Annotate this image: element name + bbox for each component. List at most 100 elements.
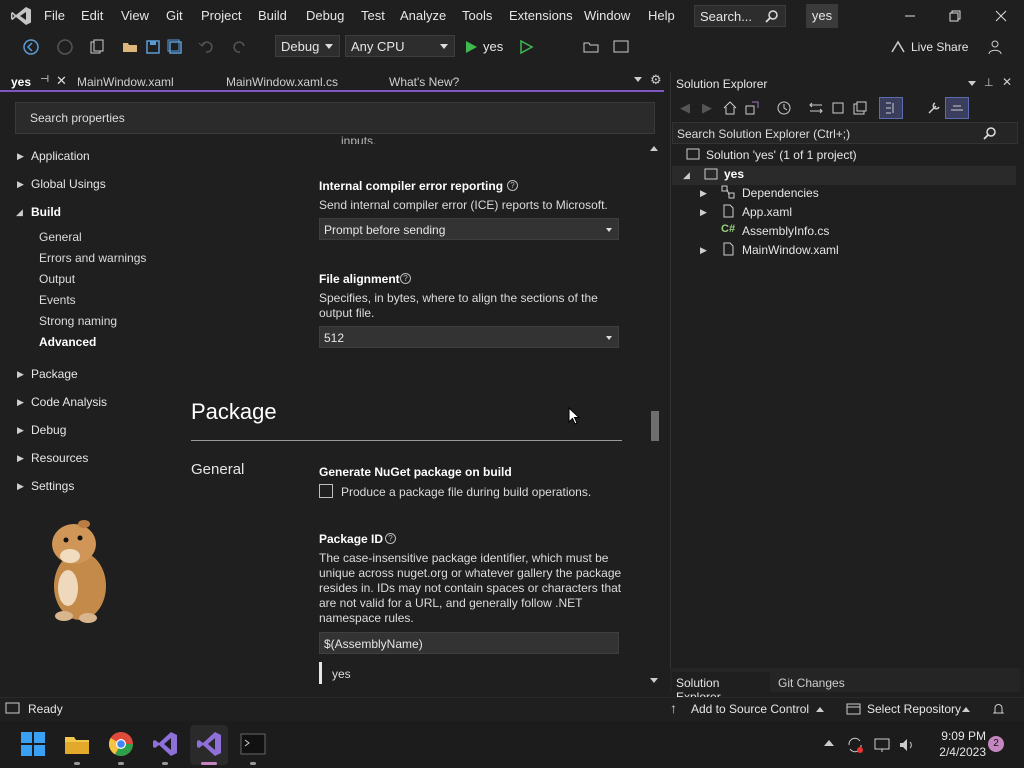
terminal-icon[interactable]: [240, 731, 266, 757]
run-target-label[interactable]: yes: [483, 39, 503, 54]
expand-app-xaml-icon[interactable]: ▶: [700, 207, 707, 218]
ice-help-icon[interactable]: ?: [507, 180, 518, 191]
solution-name-badge[interactable]: yes: [806, 4, 838, 28]
nav-code-analysis[interactable]: Code Analysis: [31, 395, 107, 409]
project-node[interactable]: yes: [724, 167, 744, 181]
tab-git-changes[interactable]: Git Changes: [776, 672, 866, 694]
menu-git[interactable]: Git: [166, 8, 183, 23]
menu-analyze[interactable]: Analyze: [400, 8, 446, 23]
close-panel-icon[interactable]: ✕: [1002, 75, 1012, 89]
pin-panel-icon[interactable]: ⊥: [984, 76, 994, 89]
sync-active-document-icon[interactable]: [808, 100, 824, 116]
expand-application-icon[interactable]: ▶: [17, 151, 24, 162]
nav-resources[interactable]: Resources: [31, 451, 88, 465]
system-clock[interactable]: 9:09 PM 2/4/2023: [930, 728, 986, 760]
collapse-project-icon[interactable]: ◢: [683, 170, 690, 181]
select-repository-button[interactable]: Select Repository: [867, 702, 961, 716]
redo-icon[interactable]: [231, 38, 249, 56]
start-without-debugging-icon[interactable]: [517, 38, 535, 56]
nav-build-errors-warnings[interactable]: Errors and warnings: [39, 251, 146, 265]
undo-icon[interactable]: [197, 38, 215, 56]
tree-item-dependencies[interactable]: Dependencies: [742, 186, 819, 200]
scroll-up-icon[interactable]: [650, 146, 658, 151]
tree-item-assemblyinfo-cs[interactable]: AssemblyInfo.cs: [742, 224, 829, 238]
pending-changes-icon[interactable]: [776, 100, 792, 116]
file-alignment-dropdown[interactable]: 512: [319, 326, 619, 348]
package-id-help-icon[interactable]: ?: [385, 533, 396, 544]
menu-file[interactable]: File: [44, 8, 65, 23]
expand-resources-icon[interactable]: ▶: [17, 453, 24, 464]
live-share-icon[interactable]: [889, 38, 907, 56]
scroll-down-icon[interactable]: [650, 678, 658, 683]
select-repository-caret-icon[interactable]: [962, 707, 970, 712]
expand-debug-icon[interactable]: ▶: [17, 425, 24, 436]
visual-studio-taskbar-icon[interactable]: [152, 731, 178, 757]
tab-mainwindow-xaml-cs[interactable]: MainWindow.xaml.cs: [226, 72, 381, 92]
pin-icon[interactable]: ⊣: [40, 74, 49, 85]
properties-wrench-icon[interactable]: [926, 100, 942, 116]
save-all-icon[interactable]: [166, 38, 184, 56]
windows-start-icon[interactable]: [20, 731, 46, 757]
feedback-icon[interactable]: [986, 38, 1004, 56]
open-folder-icon[interactable]: [121, 38, 139, 56]
source-control-caret-icon[interactable]: [816, 707, 824, 712]
tab-settings-gear-icon[interactable]: ⚙: [650, 72, 662, 88]
tree-item-app-xaml[interactable]: App.xaml: [742, 205, 792, 219]
menu-build[interactable]: Build: [258, 8, 287, 23]
solution-explorer-search-input[interactable]: Search Solution Explorer (Ctrl+;): [672, 122, 1018, 144]
notifications-bell-icon[interactable]: [991, 701, 1006, 716]
menu-window[interactable]: Window: [584, 8, 630, 23]
nav-build-output[interactable]: Output: [39, 272, 75, 286]
menu-tools[interactable]: Tools: [462, 8, 492, 23]
expand-settings-icon[interactable]: ▶: [17, 481, 24, 492]
visual-studio-logo-icon[interactable]: [10, 6, 32, 26]
network-icon[interactable]: [873, 736, 891, 754]
expand-package-icon[interactable]: ▶: [17, 369, 24, 380]
expand-mainwindow-xaml-icon[interactable]: ▶: [700, 245, 707, 256]
show-hidden-icons-icon[interactable]: [824, 740, 834, 746]
save-icon[interactable]: [144, 38, 162, 56]
start-debugging-icon[interactable]: [462, 38, 480, 56]
ice-dropdown[interactable]: Prompt before sending: [319, 218, 619, 240]
menu-project[interactable]: Project: [201, 8, 241, 23]
menu-debug[interactable]: Debug: [306, 8, 344, 23]
tab-whats-new[interactable]: What's New?: [389, 72, 509, 92]
window-layout-icon[interactable]: [612, 38, 630, 56]
expand-dependencies-icon[interactable]: ▶: [700, 188, 707, 199]
expand-global-usings-icon[interactable]: ▶: [17, 179, 24, 190]
restore-icon[interactable]: [945, 6, 965, 26]
menu-view[interactable]: View: [121, 8, 149, 23]
panel-options-icon[interactable]: [968, 81, 976, 86]
nav-package[interactable]: Package: [31, 367, 78, 381]
nuget-checkbox[interactable]: [319, 484, 333, 498]
file-alignment-help-icon[interactable]: ?: [400, 273, 411, 284]
close-tab-icon[interactable]: ✕: [56, 73, 67, 89]
new-project-icon[interactable]: [88, 38, 106, 56]
search-properties-input[interactable]: Search properties: [15, 102, 655, 134]
switch-views-icon[interactable]: [744, 100, 760, 116]
configuration-dropdown[interactable]: Debug: [275, 35, 340, 57]
volume-icon[interactable]: [898, 736, 916, 754]
navigate-forward-icon[interactable]: [56, 38, 74, 56]
sync-tray-icon[interactable]: [846, 736, 864, 754]
editor-scroll-thumb[interactable]: [651, 411, 659, 441]
chrome-icon[interactable]: [108, 731, 134, 757]
file-explorer-icon[interactable]: [64, 731, 90, 757]
live-share-button[interactable]: Live Share: [911, 40, 968, 54]
tab-mainwindow-xaml[interactable]: MainWindow.xaml: [77, 72, 217, 92]
se-back-icon[interactable]: ◀: [680, 100, 690, 116]
collapse-build-icon[interactable]: ◢: [16, 207, 23, 218]
collapse-all-icon[interactable]: [852, 100, 868, 116]
menu-extensions[interactable]: Extensions: [509, 8, 573, 23]
global-search-box[interactable]: Search...: [694, 5, 786, 27]
solution-node[interactable]: Solution 'yes' (1 of 1 project): [706, 148, 857, 162]
output-status-icon[interactable]: [5, 701, 20, 716]
nav-build-advanced[interactable]: Advanced: [39, 335, 96, 349]
tab-overflow-icon[interactable]: [634, 77, 642, 82]
close-window-icon[interactable]: [991, 6, 1011, 26]
platform-dropdown[interactable]: Any CPU: [345, 35, 455, 57]
nav-settings[interactable]: Settings: [31, 479, 74, 493]
tree-item-mainwindow-xaml[interactable]: MainWindow.xaml: [742, 243, 839, 257]
se-forward-icon[interactable]: ▶: [702, 100, 712, 116]
refresh-icon[interactable]: [830, 100, 846, 116]
